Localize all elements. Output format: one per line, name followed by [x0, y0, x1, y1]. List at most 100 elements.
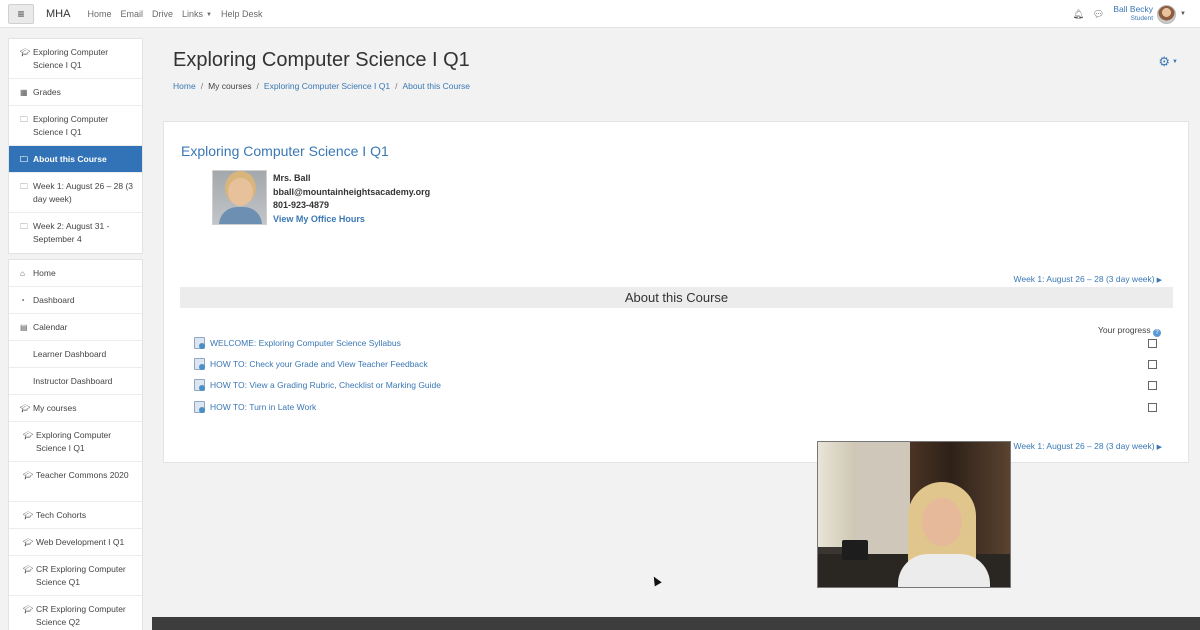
teacher-phone: 801-923-4879	[273, 200, 330, 210]
menu-toggle-button[interactable]: ≡	[8, 3, 34, 24]
sidebar-item-label: Home	[33, 268, 56, 278]
sidebar-item-about-course[interactable]: 🗀 About this Course	[9, 146, 142, 173]
nav-link-email[interactable]: Email	[120, 9, 143, 19]
sidebar-item-section-general[interactable]: 🗀 Exploring Computer Science I Q1	[9, 106, 142, 146]
nav-link-home[interactable]: Home	[87, 9, 111, 19]
folder-icon: 🗀	[20, 115, 28, 124]
completion-checkbox[interactable]	[1148, 403, 1157, 412]
sidebar-item-label: Tech Cohorts	[36, 510, 87, 520]
sidebar-item-label: Teacher Commons 2020	[36, 470, 129, 480]
bell-icon[interactable]: 🔔︎	[1072, 9, 1083, 20]
completion-checkbox[interactable]	[1148, 381, 1157, 390]
breadcrumb-home[interactable]: Home	[173, 81, 196, 91]
sidebar-item-course-web-dev[interactable]: 🎓︎ Web Development I Q1	[9, 529, 142, 556]
sidebar-item-my-courses[interactable]: 🎓︎ My courses	[9, 395, 142, 422]
office-hours-link[interactable]: View My Office Hours	[273, 213, 430, 227]
sidebar-item-course-cr-ecs-q1[interactable]: 🎓︎ CR Exploring Computer Science Q1	[9, 556, 142, 596]
top-navbar: ≡ MHA Home Email Drive Links ▼ Help Desk …	[0, 0, 1200, 28]
caret-down-icon: ▼	[1172, 59, 1178, 65]
sidebar: 🎓︎ Exploring Computer Science I Q1 ▦ Gra…	[8, 38, 143, 630]
completion-checkbox[interactable]	[1148, 339, 1157, 348]
sidebar-item-course-teacher-commons[interactable]: 🎓︎ Teacher Commons 2020	[9, 462, 142, 502]
sidebar-item-course-tech-cohorts[interactable]: 🎓︎ Tech Cohorts	[9, 502, 142, 529]
sidebar-item-label: My courses	[33, 403, 77, 413]
graduation-cap-icon: 🎓︎	[20, 404, 31, 413]
nav-link-drive[interactable]: Drive	[152, 9, 173, 19]
play-arrow-icon: ▶	[1156, 444, 1162, 451]
nav-link-links-label: Links	[182, 8, 204, 19]
chat-icon[interactable]: 💬︎	[1093, 9, 1104, 20]
settings-menu-button[interactable]: ⚙ ▼	[1158, 54, 1178, 70]
mouse-cursor-icon	[650, 574, 662, 587]
course-title-link[interactable]: Exploring Computer Science I Q1	[181, 143, 389, 159]
nav-link-links-dropdown[interactable]: Links ▼	[182, 9, 212, 19]
sidebar-item-dashboard[interactable]: ◔ Dashboard	[9, 287, 142, 314]
graduation-cap-icon: 🎓︎	[23, 431, 34, 440]
sidebar-item-label: Instructor Dashboard	[33, 376, 113, 386]
breadcrumb-separator: /	[395, 81, 398, 91]
calendar-icon: ▤	[20, 323, 28, 332]
breadcrumb: Home / My courses / Exploring Computer S…	[173, 81, 1200, 91]
graduation-cap-icon: 🎓︎	[23, 471, 34, 480]
home-icon: ⌂	[20, 269, 25, 278]
help-icon[interactable]: ?	[1153, 329, 1161, 337]
graduation-cap-icon: 🎓︎	[23, 538, 34, 547]
sidebar-item-instructor-dashboard[interactable]: Instructor Dashboard	[9, 368, 142, 395]
sidebar-item-course-ecs1[interactable]: 🎓︎ Exploring Computer Science I Q1	[9, 422, 142, 462]
caret-down-icon: ▼	[206, 11, 212, 18]
user-area: 🔔︎ 💬︎ Ball Becky Student ▼	[1072, 0, 1186, 28]
sidebar-item-label: Week 2: August 31 - September 4	[33, 221, 110, 244]
sidebar-item-label: Exploring Computer Science I Q1	[33, 114, 109, 137]
breadcrumb-section[interactable]: About this Course	[402, 81, 470, 91]
user-menu[interactable]: Ball Becky Student	[1113, 4, 1153, 24]
course-nav-group: 🎓︎ Exploring Computer Science I Q1 ▦ Gra…	[8, 38, 143, 254]
avatar[interactable]	[1157, 4, 1177, 24]
next-section-link-bottom[interactable]: Week 1: August 26 – 28 (3 day week) ▶	[1013, 441, 1162, 451]
activity-label: HOW TO: Check your Grade and View Teache…	[210, 359, 428, 369]
nav-link-help-desk[interactable]: Help Desk	[221, 9, 263, 19]
gear-icon: ⚙	[1158, 54, 1171, 69]
next-section-link-top[interactable]: Week 1: August 26 – 28 (3 day week) ▶	[1013, 274, 1162, 284]
sidebar-item-calendar[interactable]: ▤ Calendar	[9, 314, 142, 341]
sidebar-item-week-2[interactable]: 🗀 Week 2: August 31 - September 4	[9, 213, 142, 253]
sidebar-item-grades[interactable]: ▦ Grades	[9, 79, 142, 106]
activity-link[interactable]: HOW TO: View a Grading Rubric, Checklist…	[194, 378, 441, 392]
sidebar-item-label: Web Development I Q1	[36, 537, 125, 547]
sidebar-item-learner-dashboard[interactable]: Learner Dashboard	[9, 341, 142, 368]
document-icon	[194, 401, 205, 413]
user-role: Student	[1130, 15, 1154, 22]
sidebar-item-label: About this Course	[33, 154, 107, 164]
hamburger-icon: ≡	[17, 6, 25, 21]
teacher-email: bball@mountainheightsacademy.org	[273, 186, 431, 197]
sidebar-item-label: CR Exploring Computer Science Q2	[36, 604, 126, 627]
document-icon	[194, 358, 205, 370]
sidebar-item-label: Calendar	[33, 322, 68, 332]
user-name: Ball Becky	[1113, 4, 1154, 14]
sidebar-item-label: Exploring Computer Science I Q1	[36, 430, 112, 453]
activity-link[interactable]: HOW TO: Turn in Late Work	[194, 400, 316, 414]
breadcrumb-course[interactable]: Exploring Computer Science I Q1	[264, 81, 390, 91]
sidebar-item-course[interactable]: 🎓︎ Exploring Computer Science I Q1	[9, 39, 142, 79]
activity-link[interactable]: HOW TO: Check your Grade and View Teache…	[194, 357, 428, 371]
folder-icon: 🗀	[20, 155, 28, 164]
activity-link[interactable]: WELCOME: Exploring Computer Science Syll…	[194, 336, 401, 350]
sidebar-item-course-cr-ecs-q2[interactable]: 🎓︎ CR Exploring Computer Science Q2	[9, 596, 142, 630]
site-brand[interactable]: MHA	[46, 8, 70, 20]
teacher-photo	[212, 170, 267, 225]
graduation-cap-icon: 🎓︎	[23, 605, 34, 614]
completion-checkbox[interactable]	[1148, 360, 1157, 369]
course-content-card: Exploring Computer Science I Q1 Mrs. Bal…	[163, 121, 1189, 463]
sidebar-item-label: Learner Dashboard	[33, 349, 107, 359]
caret-down-icon[interactable]: ▼	[1180, 11, 1186, 17]
section-title: About this Course	[180, 287, 1173, 308]
page-footer	[152, 617, 1200, 630]
next-section-label: Week 1: August 26 – 28 (3 day week)	[1013, 441, 1155, 451]
sidebar-item-label: CR Exploring Computer Science Q1	[36, 564, 126, 587]
folder-icon: 🗀	[20, 222, 28, 231]
graduation-cap-icon: 🎓︎	[23, 565, 34, 574]
activity-label: HOW TO: View a Grading Rubric, Checklist…	[210, 380, 441, 390]
graduation-cap-icon: 🎓︎	[23, 511, 34, 520]
sidebar-item-week-1[interactable]: 🗀 Week 1: August 26 – 28 (3 day week)	[9, 173, 142, 213]
activity-label: HOW TO: Turn in Late Work	[210, 402, 317, 412]
sidebar-item-home[interactable]: ⌂ Home	[9, 260, 142, 287]
